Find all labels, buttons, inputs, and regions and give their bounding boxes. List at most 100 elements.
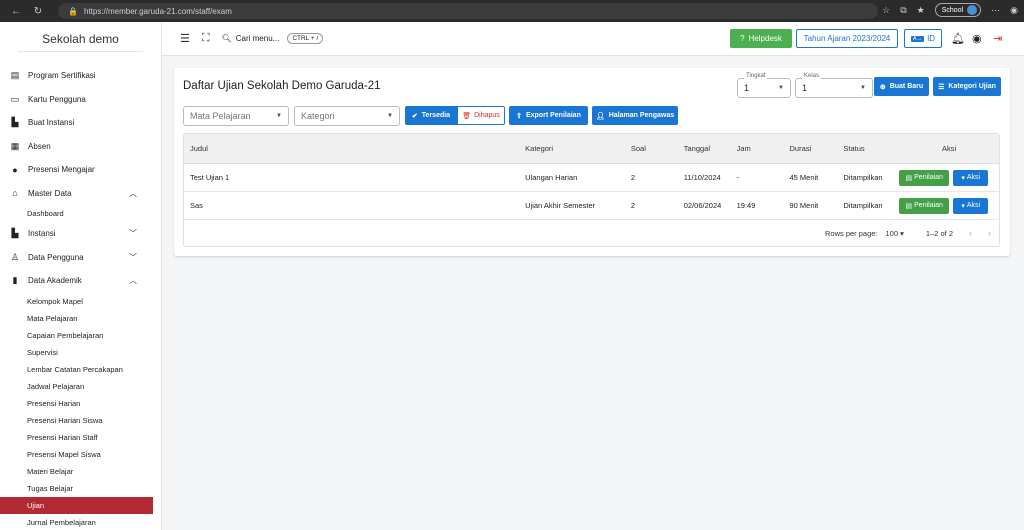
col-category[interactable]: Kategori: [519, 144, 625, 153]
col-date[interactable]: Tanggal: [678, 144, 731, 153]
academic-year-button[interactable]: Tahun Ajaran 2023/2024: [796, 29, 898, 48]
sidebar-subitem[interactable]: Jadwal Pelajaran: [0, 378, 161, 395]
sidebar-subitem[interactable]: Tugas Belajar: [0, 480, 161, 497]
tingkat-select[interactable]: Tingkat 1 ▼: [737, 73, 791, 98]
actions-dropdown-button[interactable]: ▾ Aksi: [953, 197, 989, 214]
create-new-label: Buat Baru: [889, 83, 924, 90]
sidebar-item[interactable]: ▙ Buat Instansi: [0, 111, 161, 135]
export-grades-button[interactable]: ⇪ Export Penilaian: [509, 106, 588, 125]
account-icon[interactable]: ◉: [972, 32, 982, 45]
tingkat-label: Tingkat: [744, 73, 768, 79]
search-icon: 🔍︎: [221, 34, 232, 43]
cell-questions: 2: [630, 201, 636, 210]
sidebar-subitem[interactable]: Ujian: [0, 496, 153, 514]
col-duration[interactable]: Durasi: [784, 144, 838, 153]
sidebar-subitem[interactable]: Jurnal Pembelajaran: [0, 514, 161, 530]
helpdesk-button[interactable]: ? Helpdesk: [730, 29, 792, 48]
sidebar-item[interactable]: ● Presensi Mengajar: [0, 158, 161, 182]
sidebar-subitem[interactable]: Materi Belajar: [0, 463, 161, 480]
col-time[interactable]: Jam: [731, 144, 784, 153]
cell-category: Ulangan Harian: [525, 173, 578, 182]
sidebar-subitem[interactable]: Presensi Harian Staff: [0, 429, 161, 446]
category-select[interactable]: Kategori ▼: [294, 106, 400, 126]
extensions-icon[interactable]: ⧉: [900, 5, 906, 16]
building-icon: ▙: [11, 117, 19, 128]
table-row[interactable]: Sas Ujian Akhir Semester 2 02/06/2024 19:49 9…: [184, 192, 999, 220]
col-status[interactable]: Status: [837, 144, 895, 153]
fullscreen-icon[interactable]: ⛶: [202, 32, 210, 45]
table-header: Judul Kategori Soal Tanggal Jam Durasi S…: [184, 134, 999, 164]
sidebar-item[interactable]: ▙ Instansi ﹀: [0, 222, 161, 246]
sidebar-subitem[interactable]: Mata Pelajaran: [0, 310, 161, 327]
pagination-range: 1–2 of 2: [925, 228, 953, 238]
sidebar-item[interactable]: ♙ Data Pengguna ﹀: [0, 246, 161, 270]
chevron-down-icon: ﹀: [129, 229, 137, 239]
reload-icon[interactable]: ↻: [32, 5, 44, 17]
sidebar-subitem[interactable]: Presensi Harian: [0, 395, 161, 412]
cell-status: Ditampilkan: [843, 173, 883, 182]
sidebar-item[interactable]: ▮ Data Akademik ︿: [0, 269, 161, 293]
sidebar-subitem[interactable]: Presensi Mapel Siswa: [0, 446, 161, 463]
proctor-page-button[interactable]: 👤︎ Halaman Pengawas: [592, 106, 678, 125]
book-icon: ▮: [12, 275, 18, 286]
cell-date: 02/06/2024: [683, 201, 722, 210]
copilot-icon[interactable]: ◉: [1010, 5, 1018, 16]
tingkat-value: 1: [744, 83, 750, 93]
cell-title: Sas: [190, 201, 203, 210]
caret-down-icon: ▾: [900, 228, 904, 238]
url-text: https://member.garuda-21.com/staff/exam: [83, 6, 232, 16]
logout-icon[interactable]: ⇥: [993, 32, 1002, 45]
chevron-down-icon: ▼: [276, 113, 282, 119]
language-button[interactable]: A→ ID: [904, 29, 942, 48]
grading-button[interactable]: ▤ Penilaian: [899, 169, 950, 186]
col-questions[interactable]: Soal: [625, 144, 678, 153]
favorites-icon[interactable]: ★: [917, 5, 925, 16]
col-title[interactable]: Judul: [184, 144, 519, 153]
rows-per-page-value: 100: [885, 228, 899, 238]
sidebar-subitem[interactable]: Supervisi: [0, 344, 161, 361]
deleted-toggle[interactable]: 🗑︎ Dihapus: [457, 106, 505, 125]
menu-search[interactable]: 🔍︎ Cari menu... CTRL + /: [222, 33, 324, 44]
app-header: ☰ ⛶ 🔍︎ Cari menu... CTRL + / ? Helpdesk …: [162, 22, 1024, 56]
chevron-right-icon[interactable]: ›: [988, 228, 991, 238]
sidebar-menu: ▤ Program Sertifikasi ▭ Kartu Pengguna ▙ Buat…: [0, 64, 161, 530]
sidebar-item[interactable]: ⌂ Master Data ︿: [0, 182, 161, 206]
certificate-icon: ▤: [10, 70, 20, 81]
sidebar-subitem[interactable]: Lembar Catatan Percakapan: [0, 361, 161, 378]
menu-icon[interactable]: ☰: [180, 32, 190, 45]
profile-button[interactable]: School: [934, 3, 982, 17]
table-row[interactable]: Test Ujian 1 Ulangan Harian 2 11/10/2024 - 45…: [184, 164, 999, 192]
col-actions: Aksi: [942, 144, 957, 153]
star-icon[interactable]: ☆: [882, 5, 890, 16]
cell-duration: 90 Menit: [789, 201, 819, 210]
subject-select[interactable]: Mata Pelajaran ▼: [183, 106, 289, 126]
sidebar-item[interactable]: ▤ Program Sertifikasi: [0, 64, 161, 88]
address-bar[interactable]: 🔒 https://member.garuda-21.com/staff/exa…: [58, 3, 878, 19]
rows-per-page-select[interactable]: 100 ▾: [886, 229, 904, 238]
chevron-down-icon: ▼: [860, 85, 866, 91]
available-toggle[interactable]: ✔ Tersedia: [405, 106, 457, 125]
create-new-button[interactable]: ⊕ Buat Baru: [874, 77, 929, 96]
cell-time: -: [736, 173, 740, 182]
sidebar-subitem[interactable]: Dashboard: [0, 205, 161, 222]
exam-list-card: Daftar Ujian Sekolah Demo Garuda-21 Ting…: [174, 68, 1010, 256]
sidebar-item[interactable]: ▭ Kartu Pengguna: [0, 88, 161, 112]
helpdesk-label: Helpdesk: [748, 34, 782, 43]
exam-category-button[interactable]: ☰ Kategori Ujian: [933, 77, 1001, 96]
sidebar-subitem[interactable]: Kelompok Mapel: [0, 293, 161, 310]
sidebar-item[interactable]: ▦ Absen: [0, 135, 161, 159]
bell-icon[interactable]: 🔔︎: [951, 32, 965, 45]
calendar-icon: ▦: [10, 140, 20, 151]
chevron-left-icon[interactable]: ‹: [969, 228, 972, 238]
sidebar-subitem[interactable]: Capaian Pembelajaran: [0, 327, 161, 344]
back-icon[interactable]: ←: [10, 5, 22, 17]
more-icon[interactable]: ⋯: [991, 5, 1000, 16]
sidebar-subitem[interactable]: Presensi Harian Siswa: [0, 412, 161, 429]
grading-button[interactable]: ▤ Penilaian: [899, 197, 950, 214]
actions-dropdown-button[interactable]: ▾ Aksi: [953, 169, 989, 186]
trash-icon: 🗑︎: [462, 112, 472, 120]
kelas-select[interactable]: Kelas 1 ▼: [795, 73, 873, 98]
rows-per-page-label: Rows per page:: [824, 228, 878, 238]
actions-label: Aksi: [966, 174, 981, 181]
sidebar-item-label: Instansi: [28, 229, 56, 239]
